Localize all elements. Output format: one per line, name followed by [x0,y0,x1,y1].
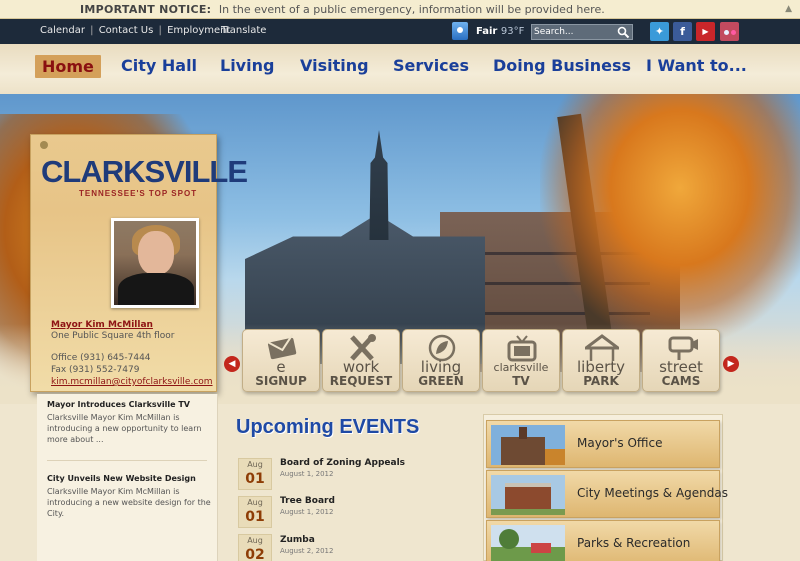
twitter-icon[interactable]: ✦ [650,22,669,41]
tile-e-signup[interactable]: e SIGNUP [242,329,320,392]
tile-liberty-park[interactable]: liberty PARK [562,329,640,392]
news-summary: Clarksville Mayor Kim McMillan is introd… [47,413,202,444]
mayor-fax: Fax (931) 552-7479 [51,365,140,375]
dept-label: City Meetings & Agendas [577,486,728,500]
facebook-icon[interactable]: f [673,22,692,41]
notice-label: IMPORTANT NOTICE: [80,3,212,16]
dept-label: Mayor's Office [577,436,663,450]
city-meetings-thumbnail [491,475,565,515]
event-date: August 1, 2012 [280,508,334,516]
mayor-card: CLARKSVILLE TENNESSEE'S TOP SPOT Mayor K… [30,134,248,392]
events-heading: Upcoming EVENTS [236,416,420,438]
weather-widget[interactable]: Fair 93°F [452,22,526,41]
event-title-link[interactable]: Zumba [280,535,315,545]
dept-label: Parks & Recreation [577,536,691,550]
event-date-badge: Aug 01 [238,458,272,490]
nav-services[interactable]: Services [393,56,469,75]
utility-bar: Calendar | Contact Us | Employment Trans… [0,19,800,44]
event-date: August 2, 2012 [280,547,334,555]
event-date: August 1, 2012 [280,470,334,478]
news-title[interactable]: Mayor Introduces Clarksville TV [47,400,190,409]
nav-visiting[interactable]: Visiting [300,56,369,75]
contact-us-link[interactable]: Contact Us [99,25,154,36]
event-date-badge: Aug 02 [238,534,272,561]
search-icon[interactable] [617,26,630,39]
main-navigation: Home City Hall Living Visiting Services … [0,44,800,94]
emergency-notice-bar: IMPORTANT NOTICE: In the event of a publ… [0,0,800,19]
tile-living-green[interactable]: living GREEN [402,329,480,392]
mayors-office-thumbnail [491,425,565,465]
youtube-icon[interactable]: ▶ [696,22,715,41]
nav-living[interactable]: Living [220,56,274,75]
mayor-photo [111,218,199,308]
logo-tagline: TENNESSEE'S TOP SPOT [79,189,198,198]
tile-work-request[interactable]: work REQUEST [322,329,400,392]
search-box [531,24,633,40]
parks-recreation-thumbnail [491,525,565,561]
collapse-arrow-icon[interactable]: ▲ [785,0,792,18]
event-title-link[interactable]: Board of Zoning Appeals [280,458,405,468]
upcoming-events: Upcoming EVENTS Aug 01 Board of Zoning A… [222,396,487,561]
mayor-email-link[interactable]: kim.mcmillan@cityofclarksville.com [51,377,213,387]
nav-home[interactable]: Home [35,55,101,78]
clarksville-logo[interactable]: CLARKSVILLE [41,156,248,187]
tv-icon [507,335,537,362]
weather-icon [452,22,468,40]
dept-link-parks-recreation[interactable]: Parks & Recreation [486,520,720,561]
calendar-link[interactable]: Calendar [40,25,85,36]
mayor-office-phone: Office (931) 645-7444 [51,353,151,363]
news-title[interactable]: City Unveils New Website Design [47,474,196,483]
notice-text: In the event of a public emergency, info… [218,3,605,16]
utility-links: Calendar | Contact Us | Employment [40,25,231,36]
pin-icon [40,141,48,149]
weather-temp: 93°F [500,26,525,37]
nav-doing-business[interactable]: Doing Business [493,56,631,75]
event-title-link[interactable]: Tree Board [280,496,335,506]
mayor-name-link[interactable]: Mayor Kim McMillan [51,320,153,330]
news-summary: Clarksville Mayor Kim McMillan is introd… [47,487,211,518]
dept-link-city-meetings[interactable]: City Meetings & Agendas [486,470,728,518]
event-date-badge: Aug 01 [238,496,272,528]
carousel-prev-arrow-icon[interactable]: ◀ [224,356,240,372]
nav-i-want-to[interactable]: I Want to... [646,56,747,75]
tile-street-cams[interactable]: street CAMS [642,329,720,392]
dept-link-mayors-office[interactable]: Mayor's Office [486,420,720,468]
news-column: Mayor Introduces Clarksville TV Clarksvi… [37,394,218,561]
translate-link[interactable]: Translate [221,25,266,36]
weather-condition: Fair [476,26,498,37]
carousel-next-arrow-icon[interactable]: ▶ [723,356,739,372]
news-divider [47,460,207,461]
tile-clarksville-tv[interactable]: clarksville TV [482,329,560,392]
nav-city-hall[interactable]: City Hall [121,56,197,75]
search-input[interactable] [534,25,616,39]
mayor-address: One Public Square 4th floor [51,331,175,341]
flickr-icon[interactable] [720,22,739,41]
